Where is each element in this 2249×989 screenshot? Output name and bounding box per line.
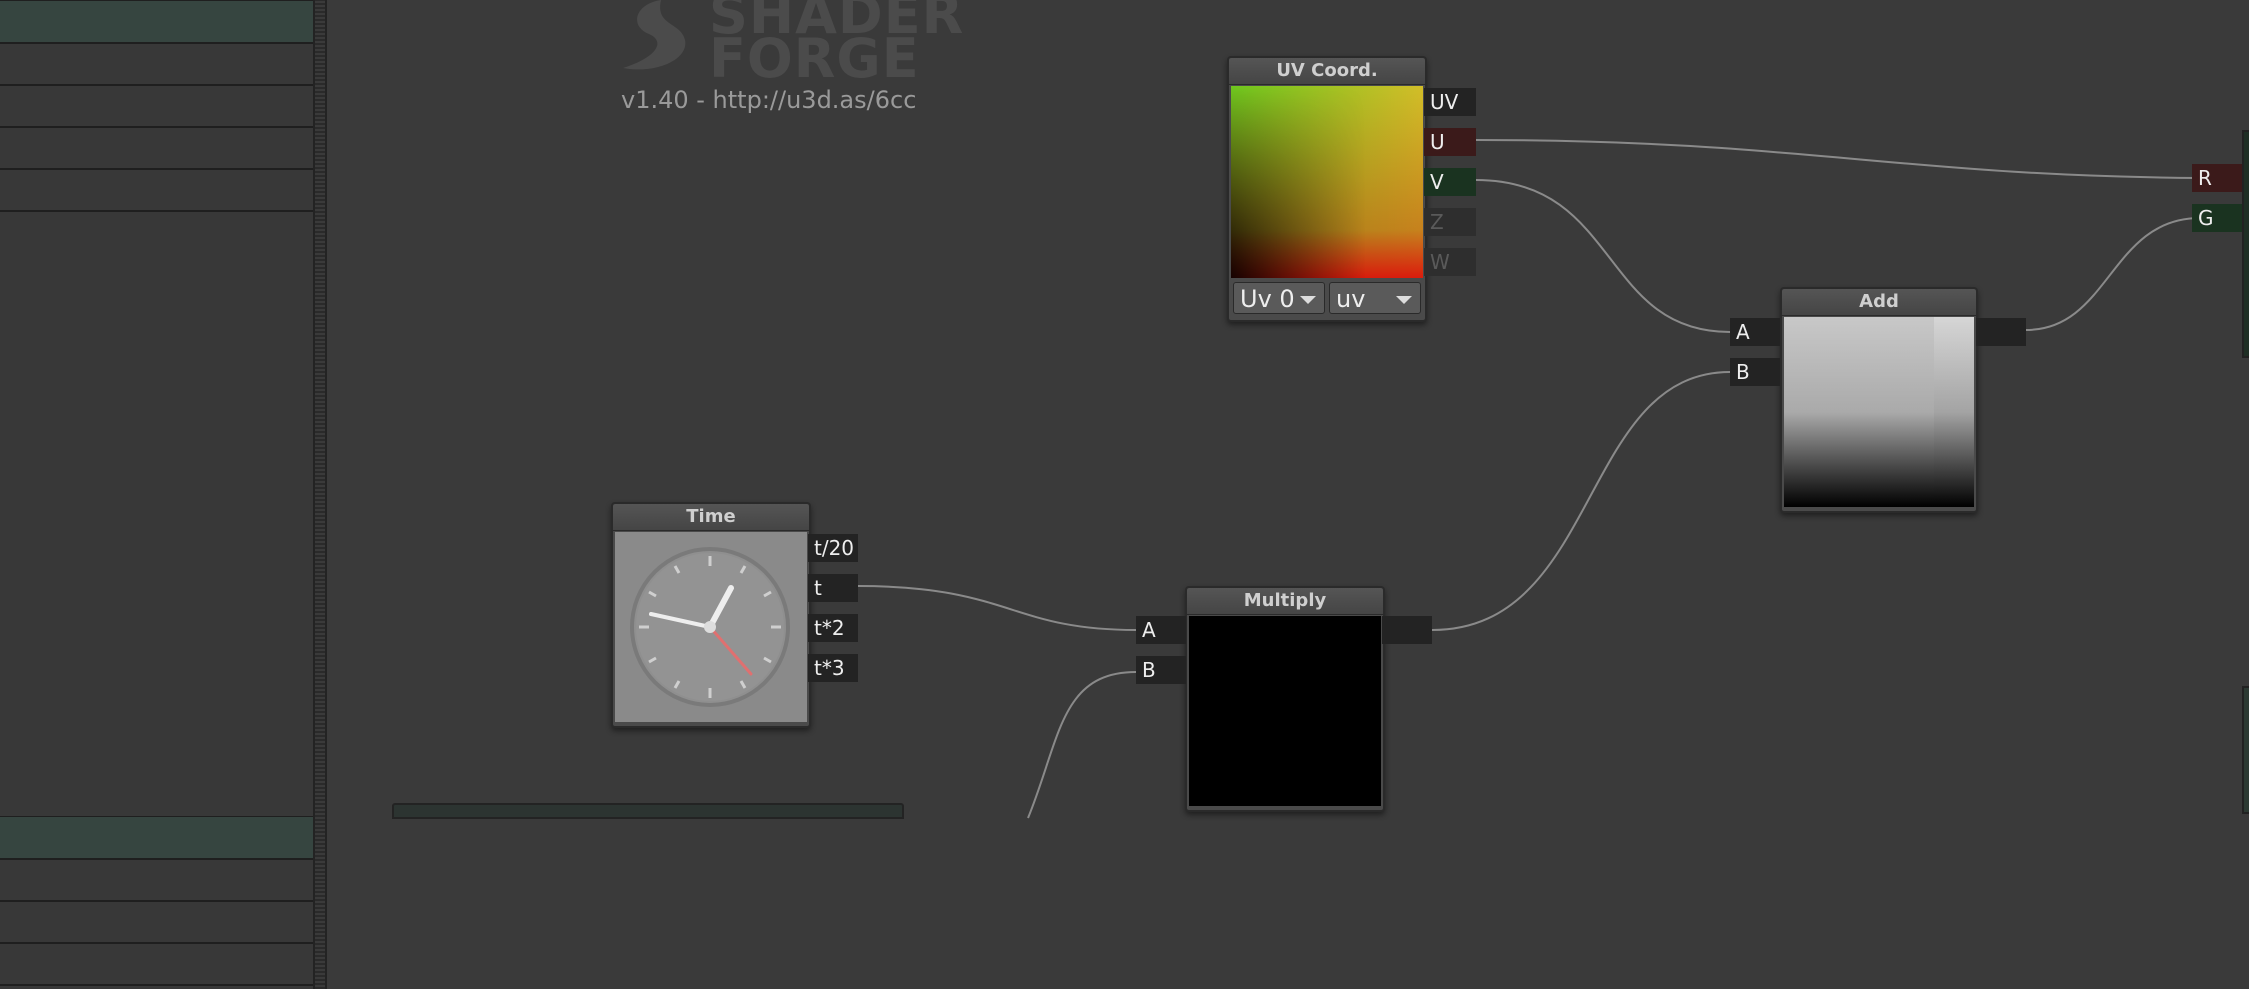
wire-add-to-g <box>2025 217 2201 331</box>
port-t2-out[interactable]: t*2 <box>808 614 858 642</box>
port-a-in[interactable]: A <box>1136 616 1186 644</box>
port-multiply-out[interactable] <box>1382 616 1432 644</box>
node-title[interactable]: Time <box>613 504 809 531</box>
port-w-out[interactable]: W <box>1424 248 1476 276</box>
wire-t-to-multiply-a <box>857 585 1137 631</box>
chevron-down-icon <box>1396 296 1412 304</box>
sidebar-row[interactable] <box>0 902 313 944</box>
multiply-preview <box>1189 616 1381 806</box>
wire-multiply-to-add-b <box>1431 371 1731 631</box>
port-z-out[interactable]: Z <box>1424 208 1476 236</box>
sidebar-section-header[interactable] <box>0 0 313 44</box>
sidebar-row[interactable] <box>0 86 313 128</box>
offscreen-node-edge[interactable] <box>2242 130 2249 358</box>
port-b-in[interactable]: B <box>1730 358 1780 386</box>
uv-preview <box>1231 86 1423 278</box>
uv-mode-dropdown[interactable]: uv <box>1329 282 1421 314</box>
property-sidebar <box>0 0 313 989</box>
chevron-down-icon <box>1300 296 1316 304</box>
uv-channel-value: Uv 0 <box>1240 285 1295 313</box>
shader-forge-logo: SHADER FORGE <box>615 0 963 86</box>
time-node[interactable]: Time <box>611 502 811 728</box>
port-t3-out[interactable]: t*3 <box>808 654 858 682</box>
sidebar-row[interactable] <box>0 860 313 902</box>
forge-flame-icon <box>623 0 686 70</box>
port-u-out[interactable]: U <box>1424 128 1476 156</box>
port-t-out[interactable]: t <box>808 574 858 602</box>
uv-channel-dropdown[interactable]: Uv 0 <box>1233 282 1325 314</box>
time-preview <box>615 532 807 722</box>
logo-text-forge: FORGE <box>709 27 920 90</box>
node-title[interactable]: Add <box>1782 289 1976 316</box>
wire-v-to-add-a <box>1475 179 1731 333</box>
wire-u-to-r <box>1475 139 2201 179</box>
port-g-in[interactable]: G <box>2192 204 2242 232</box>
port-add-out[interactable] <box>1976 318 2026 346</box>
sidebar-row[interactable] <box>0 170 313 212</box>
sidebar-resize-handle[interactable] <box>313 0 327 989</box>
uv-mode-value: uv <box>1336 285 1366 313</box>
sidebar-row[interactable] <box>0 44 313 86</box>
sidebar-row[interactable] <box>0 944 313 986</box>
port-r-in[interactable]: R <box>2192 164 2242 192</box>
node-title[interactable]: Multiply <box>1187 588 1383 615</box>
sidebar-section-header[interactable] <box>0 816 313 860</box>
add-preview <box>1784 317 1974 507</box>
multiply-node[interactable]: Multiply <box>1185 586 1385 812</box>
wire-into-multiply-b <box>1027 671 1137 819</box>
port-a-in[interactable]: A <box>1730 318 1780 346</box>
uv-coord-node[interactable]: UV Coord. Uv 0 uv <box>1227 56 1427 322</box>
node-title[interactable]: UV Coord. <box>1229 58 1425 85</box>
offscreen-panel-edge[interactable] <box>2242 686 2249 814</box>
version-label: v1.40 - http://u3d.as/6cc <box>621 86 917 114</box>
sidebar-row[interactable] <box>0 128 313 170</box>
add-node[interactable]: Add <box>1780 287 1978 513</box>
collapsed-panel-header[interactable] <box>392 803 904 819</box>
port-v-out[interactable]: V <box>1424 168 1476 196</box>
clock-icon <box>630 547 790 707</box>
port-t20-out[interactable]: t/20 <box>808 534 858 562</box>
port-uv-out[interactable]: UV <box>1424 88 1476 116</box>
port-b-in[interactable]: B <box>1136 656 1186 684</box>
